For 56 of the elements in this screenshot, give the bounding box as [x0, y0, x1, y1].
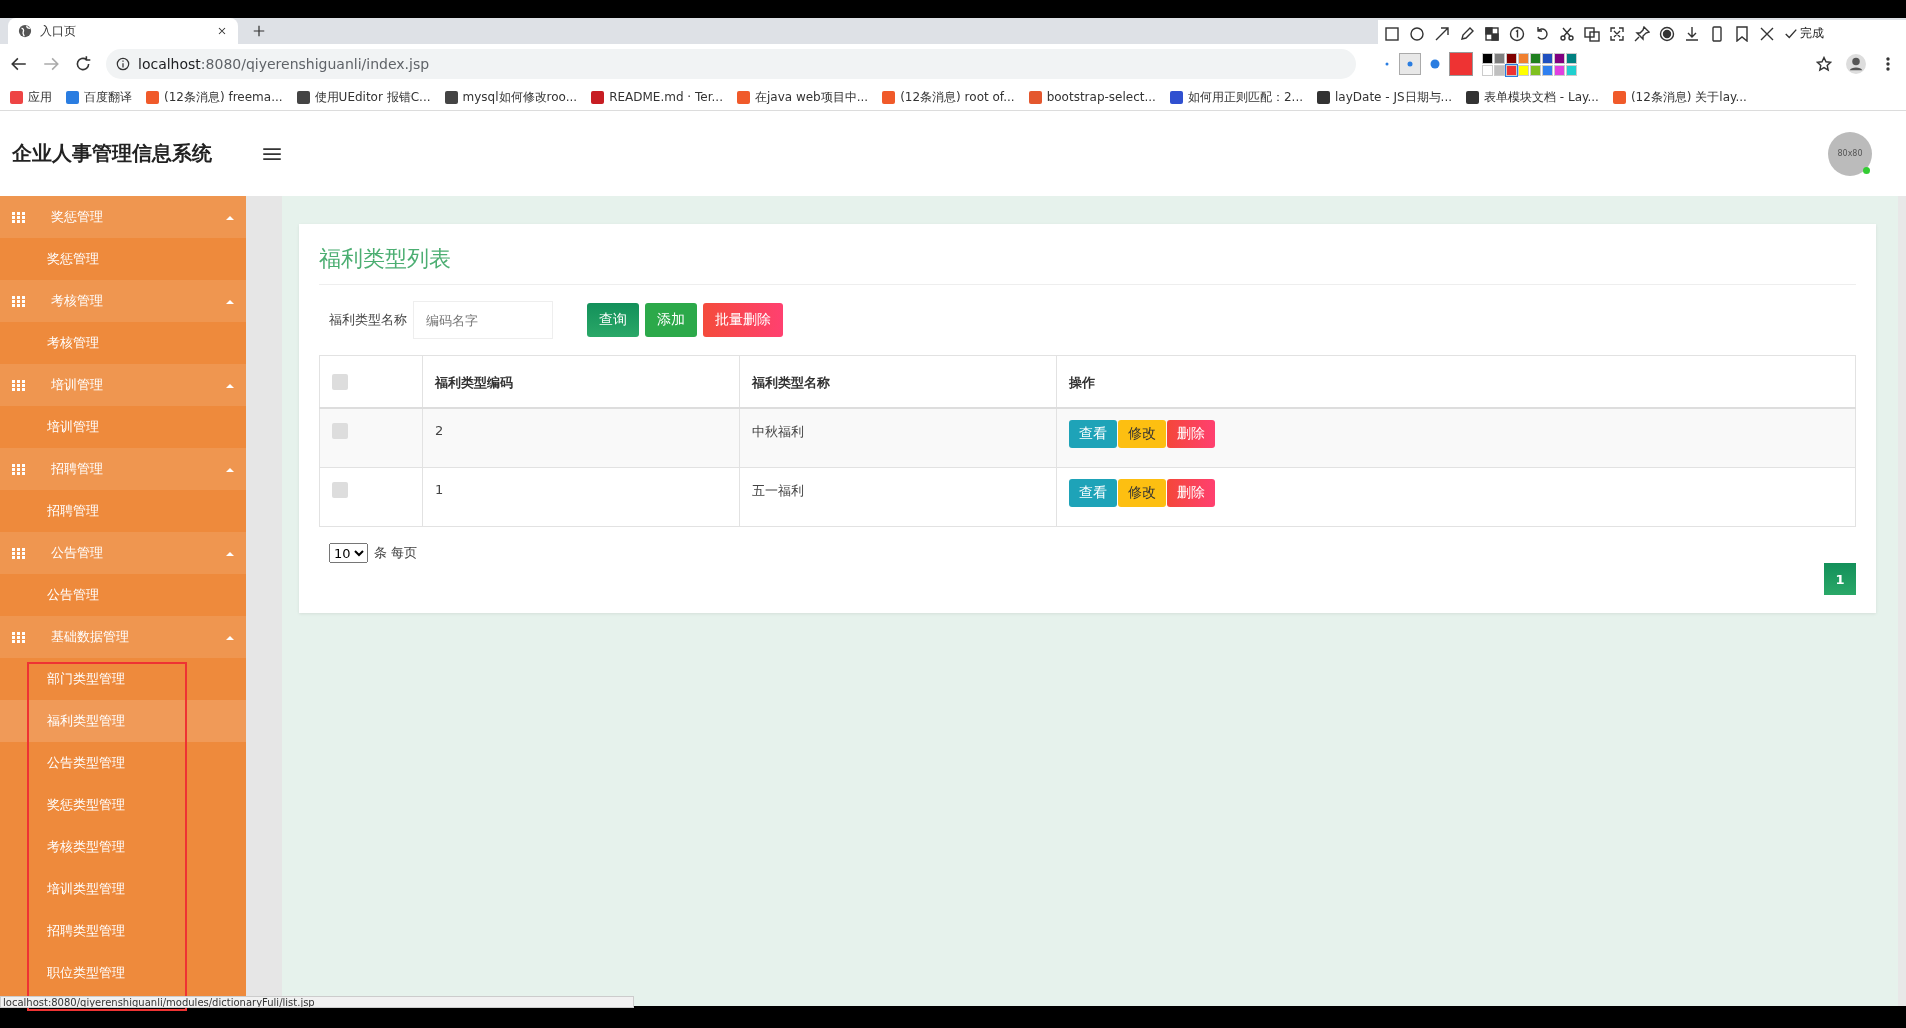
bookmark[interactable]: (12条消息) root of...	[882, 88, 1015, 106]
table-cell: 五一福利	[739, 467, 1057, 527]
bookmark[interactable]: 在java web项目中...	[736, 88, 869, 106]
sidebar-item[interactable]: 部门类型管理	[0, 658, 246, 700]
edit-button[interactable]: 修改	[1118, 479, 1166, 507]
sidebar-item[interactable]: 公告类型管理	[0, 742, 246, 784]
sidebar-item[interactable]: 奖惩管理	[0, 238, 246, 280]
browser-tab[interactable]: 入口页	[8, 18, 238, 44]
view-button[interactable]: 查看	[1069, 420, 1117, 448]
bookmark[interactable]: 如何用正则匹配：2...	[1169, 88, 1303, 106]
sidebar-item[interactable]: 奖惩类型管理	[0, 784, 246, 826]
bookmark[interactable]: 表单模块文档 - Lay...	[1466, 88, 1599, 106]
table-cell: 中秋福利	[739, 408, 1057, 468]
sidebar-item[interactable]: 职位类型管理	[0, 952, 246, 994]
done-button[interactable]: 完成	[1784, 25, 1824, 42]
bookmark[interactable]: 百度翻译	[66, 88, 132, 106]
avatar[interactable]: 80x80	[1828, 131, 1872, 176]
bookmark[interactable]: bootstrap-select...	[1028, 90, 1156, 104]
page-size-select[interactable]: 10	[329, 543, 368, 563]
search-field[interactable]: 编码名字	[413, 301, 553, 339]
per-page-label: 条 每页	[374, 544, 418, 562]
delete-button[interactable]: 批量删除	[703, 303, 783, 337]
view-button[interactable]: 查看	[1069, 479, 1117, 507]
bookmark[interactable]: 应用	[10, 88, 52, 106]
delete-button[interactable]: 删除	[1167, 479, 1215, 507]
sidebar-group[interactable]: 招聘管理	[0, 448, 246, 490]
edit-button[interactable]: 修改	[1118, 420, 1166, 448]
search-label: 福利类型名称	[329, 311, 407, 329]
page-button[interactable]: 1	[1824, 563, 1856, 595]
bookmark[interactable]: mysql如何修改roo...	[444, 88, 578, 106]
sidebar-group[interactable]: 考核管理	[0, 280, 246, 322]
sidebar-item[interactable]: 考核类型管理	[0, 826, 246, 868]
bookmark[interactable]: README.md · Ter...	[591, 90, 723, 104]
sidebar-item[interactable]: 招聘类型管理	[0, 910, 246, 952]
sidebar-item[interactable]: 培训类型管理	[0, 868, 246, 910]
add-button[interactable]: 添加	[645, 303, 697, 337]
sidebar-group[interactable]: 基础数据管理	[0, 616, 246, 658]
app-title: 企业人事管理信息系统	[12, 140, 213, 167]
bookmark[interactable]: 使用UEditor 报错C...	[296, 88, 431, 106]
sidebar-item[interactable]: 培训管理	[0, 406, 246, 448]
sidebar-group[interactable]: 奖惩管理	[0, 196, 246, 238]
table-cell: 2	[422, 408, 740, 468]
sidebar-group[interactable]: 公告管理	[0, 532, 246, 574]
sidebar-item[interactable]: 公告管理	[0, 574, 246, 616]
bookmark[interactable]: (12条消息) freema...	[146, 88, 283, 106]
sidebar-item[interactable]: 考核管理	[0, 322, 246, 364]
address-bar[interactable]: localhost:8080/qiyerenshiguanli/index.jsp	[106, 49, 1356, 79]
bookmark[interactable]: layDate - JS日期与...	[1317, 88, 1453, 106]
delete-button[interactable]: 删除	[1167, 420, 1215, 448]
search-button[interactable]: 查询	[587, 303, 639, 337]
sidebar-group[interactable]: 培训管理	[0, 364, 246, 406]
card-title: 福利类型列表	[319, 238, 1856, 285]
sidebar-item[interactable]: 福利类型管理	[0, 700, 246, 742]
bookmark[interactable]: (12条消息) 关于lay...	[1612, 88, 1747, 106]
sidebar-item[interactable]: 招聘管理	[0, 490, 246, 532]
table-cell: 1	[422, 467, 740, 527]
